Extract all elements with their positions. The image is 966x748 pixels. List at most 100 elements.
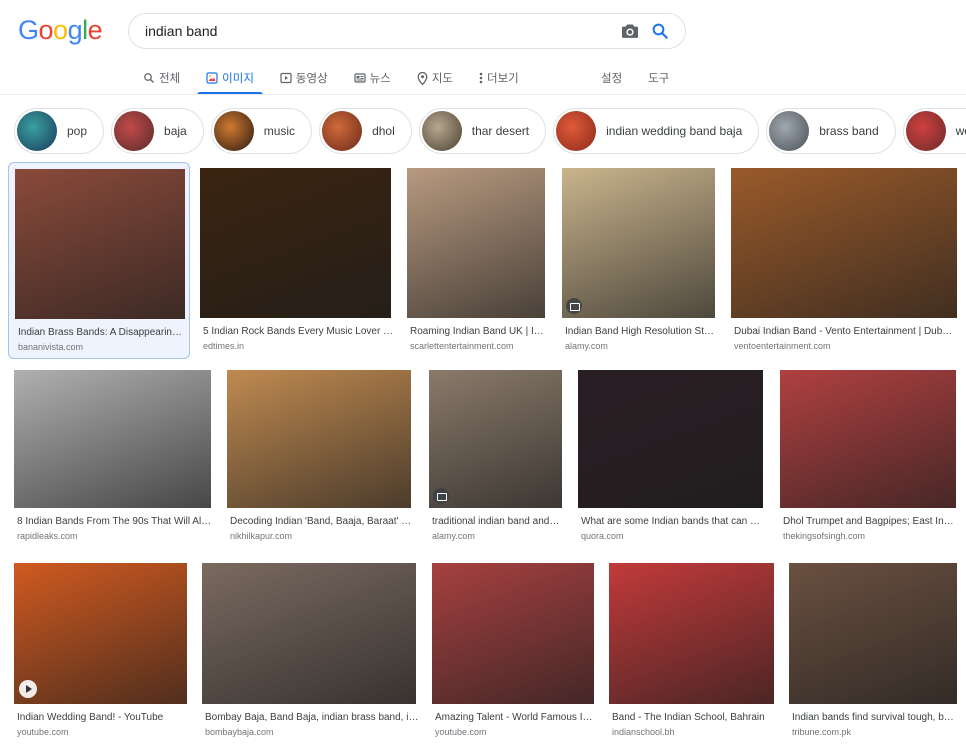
image-result[interactable]: Indian bands find survival tough, b… trib… — [785, 558, 961, 744]
result-thumbnail[interactable] — [562, 168, 715, 318]
chip-label: brass band — [819, 124, 879, 138]
tab-more[interactable]: 더보기 — [476, 64, 522, 92]
image-result[interactable]: Roaming Indian Band UK | I… scarlettenter… — [402, 162, 552, 359]
result-title[interactable]: traditional indian band and… — [432, 515, 565, 528]
chip-thumbnail — [769, 111, 810, 151]
result-title[interactable]: Indian Wedding Band! - YouTube — [17, 711, 193, 724]
search-box — [128, 13, 686, 49]
result-title[interactable]: 5 Indian Rock Bands Every Music Lover … — [203, 325, 395, 338]
image-result[interactable]: Indian Band High Resolution St… alamy.com — [558, 162, 720, 359]
video-icon — [280, 72, 292, 84]
chip-wedding[interactable]: wedding — [902, 108, 966, 154]
chip-brass-band[interactable]: brass band — [766, 108, 896, 154]
image-result[interactable]: Dhol Trumpet and Bagpipes; East In… theki… — [776, 364, 962, 550]
image-result[interactable]: Decoding Indian 'Band, Baaja, Baraat' … n… — [222, 364, 418, 550]
result-site: youtube.com — [435, 727, 487, 737]
chip-label: thar desert — [471, 124, 530, 138]
result-thumbnail[interactable] — [731, 168, 957, 318]
tab-all[interactable]: 전체 — [140, 64, 183, 92]
result-title[interactable]: Dubai Indian Band - Vento Entertainment … — [734, 325, 957, 338]
chip-label: indian wedding band baja — [606, 124, 743, 138]
result-thumbnail[interactable] — [432, 563, 594, 704]
chip-indian-wedding-band-baja[interactable]: indian wedding band baja — [553, 108, 760, 154]
image-result[interactable]: Band - The Indian School, Bahrain indians… — [605, 558, 779, 744]
result-site: rapidleaks.com — [17, 531, 78, 541]
result-title[interactable]: Dhol Trumpet and Bagpipes; East In… — [783, 515, 961, 528]
image-result[interactable]: 8 Indian Bands From The 90s That Will Al… — [8, 364, 218, 550]
tab-news[interactable]: 뉴스 — [351, 64, 394, 92]
chip-thar-desert[interactable]: thar desert — [418, 108, 547, 154]
result-thumbnail[interactable] — [202, 563, 416, 704]
chip-pop[interactable]: pop — [14, 108, 105, 154]
settings-button[interactable]: 설정 — [598, 64, 625, 92]
camera-icon[interactable] — [621, 23, 639, 39]
result-thumbnail[interactable] — [14, 370, 211, 508]
result-thumbnail[interactable] — [200, 168, 391, 318]
result-title[interactable]: Bombay Baja, Band Baja, indian brass ban… — [205, 711, 419, 724]
stock-photo-icon — [566, 298, 582, 314]
result-site: bombaybaja.com — [205, 727, 274, 737]
result-site: bananivista.com — [18, 342, 84, 352]
result-thumbnail[interactable] — [227, 370, 411, 508]
result-thumbnail[interactable] — [780, 370, 956, 508]
result-title[interactable]: Roaming Indian Band UK | I… — [410, 325, 551, 338]
result-title[interactable]: Band - The Indian School, Bahrain — [612, 711, 778, 724]
chip-baja[interactable]: baja — [111, 108, 204, 154]
chip-thumbnail — [114, 111, 155, 151]
chip-label: baja — [164, 124, 187, 138]
image-result[interactable]: 5 Indian Rock Bands Every Music Lover … e… — [196, 162, 396, 359]
image-result[interactable]: Indian Brass Bands: A Disappearin… banani… — [8, 162, 190, 359]
result-site: alamy.com — [432, 531, 475, 541]
result-title[interactable]: 8 Indian Bands From The 90s That Will Al… — [17, 515, 217, 528]
chip-label: pop — [67, 124, 88, 138]
result-title[interactable]: Amazing Talent - World Famous I… — [435, 711, 597, 724]
chip-thumbnail — [556, 111, 597, 151]
result-site: thekingsofsingh.com — [783, 531, 866, 541]
chip-thumbnail — [905, 111, 946, 151]
google-logo[interactable]: Google — [18, 15, 103, 46]
result-title[interactable]: Indian Band High Resolution St… — [565, 325, 719, 338]
result-site: youtube.com — [17, 727, 69, 737]
tools-button[interactable]: 도구 — [645, 64, 672, 92]
header-divider — [0, 94, 966, 95]
image-result[interactable]: Indian Wedding Band! - YouTube youtube.co… — [8, 558, 194, 744]
result-thumbnail[interactable] — [789, 563, 957, 704]
chip-thumbnail — [213, 111, 254, 151]
image-result[interactable]: traditional indian band and… alamy.com — [424, 364, 566, 550]
result-thumbnail[interactable] — [578, 370, 763, 508]
tab-more-label: 더보기 — [487, 73, 519, 85]
search-input[interactable] — [145, 20, 595, 42]
result-site: quora.com — [581, 531, 624, 541]
tab-videos[interactable]: 동영상 — [277, 64, 331, 92]
chip-thumbnail — [17, 111, 57, 151]
result-thumbnail[interactable] — [15, 169, 185, 319]
chip-thumbnail — [322, 111, 363, 151]
result-thumbnail[interactable] — [429, 370, 562, 508]
chip-music[interactable]: music — [210, 108, 313, 154]
search-icon[interactable] — [651, 22, 669, 40]
result-title[interactable]: Indian Brass Bands: A Disappearin… — [18, 326, 190, 339]
result-site: alamy.com — [565, 341, 608, 351]
image-result[interactable]: What are some Indian bands that can … quo… — [574, 364, 770, 550]
tab-maps-label: 지도 — [431, 73, 454, 85]
tab-images[interactable]: 이미지 — [197, 64, 263, 95]
result-thumbnail[interactable] — [407, 168, 545, 318]
chip-dhol[interactable]: dhol — [319, 108, 412, 154]
tools-bar: 설정 도구 — [598, 64, 692, 92]
result-site: tribune.com.pk — [792, 727, 852, 737]
result-thumbnail[interactable] — [609, 563, 774, 704]
more-vert-icon — [479, 72, 483, 84]
related-chips: pop baja music dhol thar desert indian w… — [14, 108, 966, 154]
tab-images-label: 이미지 — [222, 73, 254, 85]
image-result[interactable]: Dubai Indian Band - Vento Entertainment … — [726, 162, 958, 359]
result-thumbnail[interactable] — [14, 563, 187, 704]
result-title[interactable]: What are some Indian bands that can … — [581, 515, 769, 528]
image-result[interactable]: Bombay Baja, Band Baja, indian brass ban… — [198, 558, 420, 744]
result-title[interactable]: Decoding Indian 'Band, Baaja, Baraat' … — [230, 515, 417, 528]
image-result[interactable]: Amazing Talent - World Famous I… youtube.… — [428, 558, 598, 744]
result-site: nikhilkapur.com — [230, 531, 293, 541]
result-title[interactable]: Indian bands find survival tough, b… — [792, 711, 960, 724]
result-site: indianschool.bh — [612, 727, 675, 737]
result-site: ventoentertainment.com — [734, 341, 831, 351]
tab-maps[interactable]: 지도 — [414, 64, 456, 92]
